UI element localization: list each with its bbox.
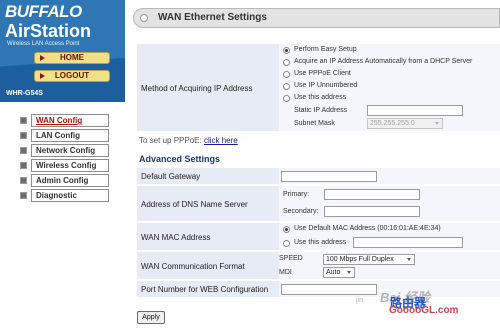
comm-format-row: WAN Communication Format SPEED 100 Mbps … (137, 252, 500, 280)
pppoe-note-text: To set up PPPoE: (139, 136, 202, 145)
default-mac-label: Use Default MAC Address (00:16:01:AE:4E:… (294, 225, 441, 232)
home-label: HOME (60, 53, 84, 62)
wan-mac-label: WAN MAC Address (141, 233, 211, 242)
square-bullet-icon (20, 132, 27, 139)
option-label: Perform Easy Setup (294, 46, 357, 53)
mdi-select[interactable]: Auto (323, 267, 355, 278)
mdi-value: Auto (326, 269, 341, 276)
comm-format-label: WAN Communication Format (141, 262, 245, 271)
tagline: Wireless LAN Access Point (7, 41, 80, 47)
web-port-label: Port Number for WEB Configuration (141, 285, 269, 294)
sidebar-nav: WAN Config LAN Config Network Config Wir… (0, 113, 125, 203)
radio-easy-setup[interactable] (283, 47, 290, 54)
sidebar-item-label: LAN Config (31, 129, 109, 142)
sidebar-item-label: Admin Config (31, 174, 109, 187)
radio-pppoe[interactable] (283, 71, 290, 78)
option-label: Use PPPoE Client (294, 70, 351, 77)
radio-static-ip[interactable] (283, 95, 290, 102)
speed-label: SPEED (279, 255, 303, 262)
chevron-down-icon (435, 122, 439, 125)
default-gateway-field[interactable] (281, 171, 377, 182)
ip-method-row: Method of Acquiring IP Address Perform E… (137, 44, 500, 132)
square-bullet-icon (20, 117, 27, 124)
watermark-url: GooooGL.com (389, 305, 459, 316)
dns-controls: Primary: Secondary: (279, 186, 500, 221)
wan-mac-row: WAN MAC Address Use Default MAC Address … (137, 223, 500, 251)
advanced-settings-heading: Advanced Settings (139, 154, 221, 164)
radio-ip-unnumbered[interactable] (283, 83, 290, 90)
default-gateway-controls (279, 168, 500, 184)
arrow-right-icon (40, 73, 45, 79)
square-bullet-icon (20, 147, 27, 154)
static-ip-field[interactable] (367, 105, 463, 116)
home-button[interactable]: HOME (34, 52, 110, 64)
dns-label: Address of DNS Name Server (141, 200, 248, 209)
sidebar-item-label: WAN Config (31, 114, 109, 127)
buffalo-logo: BUFFALO (5, 2, 82, 21)
subnet-mask-select[interactable]: 255.255.255.0 (367, 118, 443, 129)
ip-method-label: Method of Acquiring IP Address (141, 84, 253, 93)
option-label: Use IP Unnumbered (294, 82, 358, 89)
static-ip-label: Static IP Address (294, 107, 348, 114)
sidebar-item-label: Wireless Config (31, 159, 109, 172)
dns-primary-field[interactable] (324, 189, 420, 200)
circle-icon (140, 14, 148, 22)
brand-header: BUFFALO AirStation Wireless LAN Access P… (0, 0, 125, 96)
logout-label: LOGOUT (54, 71, 90, 80)
square-bullet-icon (20, 177, 27, 184)
pppoe-setup-link[interactable]: click here (204, 136, 238, 145)
sidebar: BUFFALO AirStation Wireless LAN Access P… (0, 0, 125, 332)
apply-button[interactable]: Apply (137, 311, 165, 324)
arrow-right-icon (40, 55, 45, 61)
sidebar-item-wan-config[interactable]: WAN Config (0, 113, 125, 128)
dns-secondary-field[interactable] (324, 206, 420, 217)
dns-row: Address of DNS Name Server Primary: Seco… (137, 186, 500, 222)
default-gateway-row: Default Gateway (137, 168, 500, 185)
page-title: WAN Ethernet Settings (158, 12, 267, 23)
main-panel: WAN Ethernet Settings Method of Acquirin… (125, 0, 500, 332)
watermark-prefix: jin (356, 297, 364, 304)
sidebar-item-label: Diagnostic (31, 189, 109, 202)
pppoe-note: To set up PPPoE: click here (139, 136, 238, 145)
custom-mac-label: Use this address (294, 239, 347, 246)
web-port-row: Port Number for WEB Configuration (137, 281, 500, 298)
page-title-bar: WAN Ethernet Settings (133, 8, 500, 28)
model-name: WHR-G54S (0, 88, 125, 102)
chevron-down-icon (407, 258, 411, 261)
sidebar-item-network-config[interactable]: Network Config (0, 143, 125, 158)
chevron-down-icon (347, 271, 351, 274)
radio-dhcp[interactable] (283, 59, 290, 66)
web-port-field[interactable] (281, 284, 377, 295)
sidebar-item-wireless-config[interactable]: Wireless Config (0, 158, 125, 173)
speed-value: 100 Mbps Full Duplex (326, 256, 394, 263)
mdi-label: MDI (279, 269, 292, 276)
sidebar-item-diagnostic[interactable]: Diagnostic (0, 188, 125, 203)
subnet-mask-value: 255.255.255.0 (370, 120, 415, 127)
speed-select[interactable]: 100 Mbps Full Duplex (323, 254, 415, 265)
custom-mac-field[interactable] (353, 237, 463, 248)
sidebar-item-lan-config[interactable]: LAN Config (0, 128, 125, 143)
airstation-logo: AirStation (5, 21, 92, 41)
comm-format-controls: SPEED 100 Mbps Full Duplex MDI Auto (279, 252, 500, 279)
ip-method-controls: Perform Easy Setup Acquire an IP Address… (279, 44, 500, 131)
option-label: Use this address (294, 94, 347, 101)
wan-mac-controls: Use Default MAC Address (00:16:01:AE:4E:… (279, 223, 500, 250)
radio-default-mac[interactable] (283, 226, 290, 233)
dns-primary-label: Primary: (283, 191, 310, 198)
square-bullet-icon (20, 192, 27, 199)
dns-secondary-label: Secondary: (283, 208, 319, 215)
option-label: Acquire an IP Address Automatically from… (294, 58, 473, 65)
sidebar-item-label: Network Config (31, 144, 109, 157)
radio-custom-mac[interactable] (283, 240, 290, 247)
default-gateway-label: Default Gateway (141, 172, 201, 181)
subnet-mask-label: Subnet Mask (294, 120, 335, 127)
square-bullet-icon (20, 162, 27, 169)
sidebar-item-admin-config[interactable]: Admin Config (0, 173, 125, 188)
logout-button[interactable]: LOGOUT (34, 70, 110, 82)
